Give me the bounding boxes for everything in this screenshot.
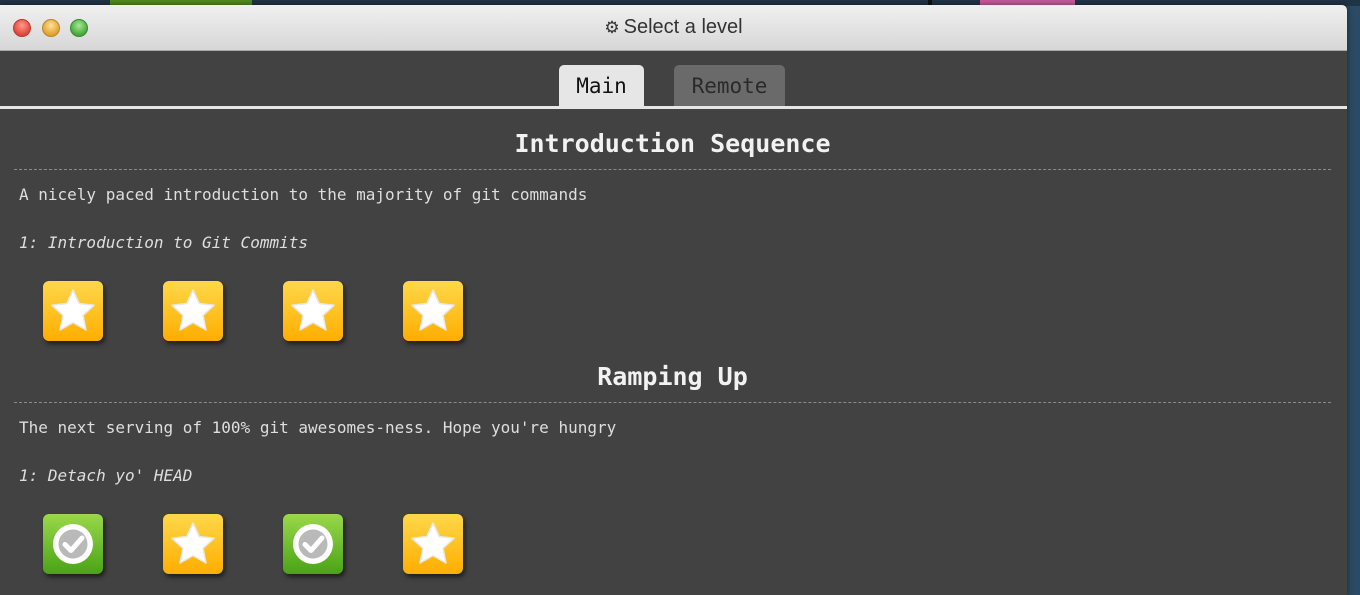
level-star-button[interactable] xyxy=(163,514,223,574)
gear-icon: ⚙ xyxy=(604,18,620,37)
level-name: 1: Introduction to Git Commits xyxy=(19,233,308,252)
level-completed-button[interactable] xyxy=(283,514,343,574)
sequence-description: A nicely paced introduction to the major… xyxy=(19,185,588,204)
title-bar: ⚙ Select a level xyxy=(0,5,1347,51)
level-completed-button[interactable] xyxy=(43,514,103,574)
sequence-title: Introduction Sequence xyxy=(514,129,831,158)
level-star-button[interactable] xyxy=(403,514,463,574)
tab-bar: Main Remote xyxy=(0,65,1347,107)
level-star-button[interactable] xyxy=(43,281,103,341)
level-name: 1: Detach yo' HEAD xyxy=(19,466,193,485)
level-select-window: ⚙ Select a level Main Remote Introduction… xyxy=(0,5,1347,595)
tab-underline xyxy=(0,106,1347,109)
level-star-button[interactable] xyxy=(163,281,223,341)
tab-remote[interactable]: Remote xyxy=(674,65,785,106)
sequence-title: Ramping Up xyxy=(597,362,748,391)
level-star-button[interactable] xyxy=(403,281,463,341)
level-star-button[interactable] xyxy=(283,281,343,341)
sequence-divider xyxy=(14,402,1331,403)
window-title-text: Select a level xyxy=(623,16,743,38)
window-title: ⚙ Select a level xyxy=(0,16,1347,39)
tab-main[interactable]: Main xyxy=(559,65,644,106)
sequence-divider xyxy=(14,169,1331,170)
sequence-description: The next serving of 100% git awesomes-ne… xyxy=(19,418,617,437)
